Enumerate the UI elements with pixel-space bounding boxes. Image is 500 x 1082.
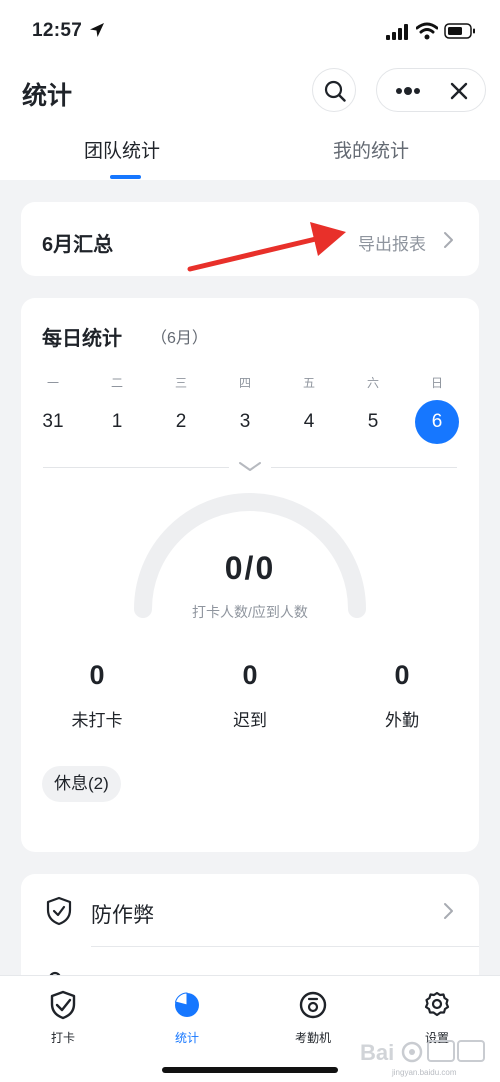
- daily-stats-title: 每日统计: [42, 328, 122, 350]
- svg-text:Bai: Bai: [360, 1040, 394, 1065]
- miniapp-capsule: [376, 68, 486, 112]
- annotation-arrow: [187, 222, 346, 272]
- chevron-down-icon[interactable]: [237, 460, 263, 474]
- page-title: 统计: [22, 82, 73, 110]
- date-cell[interactable]: 5: [351, 400, 395, 444]
- date-cell[interactable]: 4: [287, 400, 331, 444]
- tab-label: 统计: [174, 1031, 199, 1045]
- summary-title: 6月汇总: [42, 234, 114, 256]
- pie-chart-icon: [174, 992, 199, 1017]
- date-cell[interactable]: 31: [31, 400, 75, 444]
- shield-check-icon: [46, 896, 72, 926]
- rest-chip[interactable]: 休息(2): [42, 766, 121, 802]
- stat-value-late: 0: [242, 660, 258, 690]
- weekday-label: 五: [302, 376, 315, 390]
- search-icon: [324, 80, 346, 102]
- tab-statistics[interactable]: 统计: [142, 984, 232, 1048]
- date-cell[interactable]: 3: [223, 400, 267, 444]
- chevron-right-icon: [444, 903, 453, 919]
- divider: [43, 467, 229, 468]
- stat-label-late[interactable]: 迟到: [195, 706, 305, 731]
- app-header: 统计 团队统计 我的统计: [0, 62, 500, 180]
- check-shield-icon: [50, 990, 76, 1020]
- stat-label-field-work[interactable]: 外勤: [347, 706, 457, 731]
- weekday-label: 一: [46, 376, 59, 390]
- tab-label: 考勤机: [294, 1031, 331, 1045]
- close-button[interactable]: [449, 81, 469, 101]
- date-cell-selected[interactable]: 6: [415, 400, 459, 444]
- menu-item-anti-cheat[interactable]: 防作弊: [91, 899, 154, 929]
- cellular-signal-icon: [386, 24, 408, 40]
- stat-label-not-clocked[interactable]: 未打卡: [42, 706, 152, 731]
- gauge-caption: 打卡人数/应到人数: [192, 604, 308, 620]
- tab-label: 打卡: [50, 1031, 75, 1045]
- baidu-jingyan-watermark-logo: Bai: [360, 1040, 485, 1065]
- watermark-url: jingyan.baidu.com: [392, 1068, 457, 1077]
- divider: [271, 467, 457, 468]
- date-cell[interactable]: 2: [159, 400, 203, 444]
- tab-clock-in[interactable]: 打卡: [18, 984, 108, 1048]
- tab-my-stats[interactable]: 我的统计: [333, 136, 409, 163]
- battery-icon: [444, 23, 475, 39]
- tab-team-stats[interactable]: 团队统计: [84, 136, 160, 163]
- stat-value-not-clocked: 0: [89, 660, 105, 690]
- active-tab-indicator: [110, 175, 141, 179]
- weekday-label: 四: [238, 376, 251, 390]
- daily-stats-month: （6月）: [151, 330, 208, 347]
- status-bar: 12:57: [0, 0, 500, 62]
- weekday-label: 三: [174, 376, 187, 390]
- weekday-label: 日: [430, 376, 443, 390]
- tab-attendance-machine[interactable]: 考勤机: [268, 984, 358, 1048]
- weekday-label: 六: [366, 376, 379, 390]
- location-arrow-icon: [90, 23, 104, 37]
- more-button[interactable]: [393, 79, 423, 103]
- daily-stats-card: 每日统计 （6月） 一 二 三 四 五 六 日 31 1 2 3 4 5 6 0…: [21, 298, 479, 852]
- home-indicator: [162, 1067, 338, 1073]
- attendance-machine-icon: [299, 991, 327, 1019]
- wifi-icon: [416, 22, 438, 40]
- chevron-right-icon: [444, 232, 453, 248]
- status-time: 12:57: [32, 20, 83, 41]
- stat-value-field-work: 0: [394, 660, 410, 690]
- weekday-label: 二: [110, 376, 123, 390]
- gear-icon: [424, 991, 450, 1017]
- date-cell[interactable]: 1: [95, 400, 139, 444]
- search-button[interactable]: [312, 68, 356, 112]
- export-report-link[interactable]: 导出报表: [358, 230, 426, 255]
- gauge-value: 0/0: [224, 550, 276, 586]
- divider: [91, 946, 479, 947]
